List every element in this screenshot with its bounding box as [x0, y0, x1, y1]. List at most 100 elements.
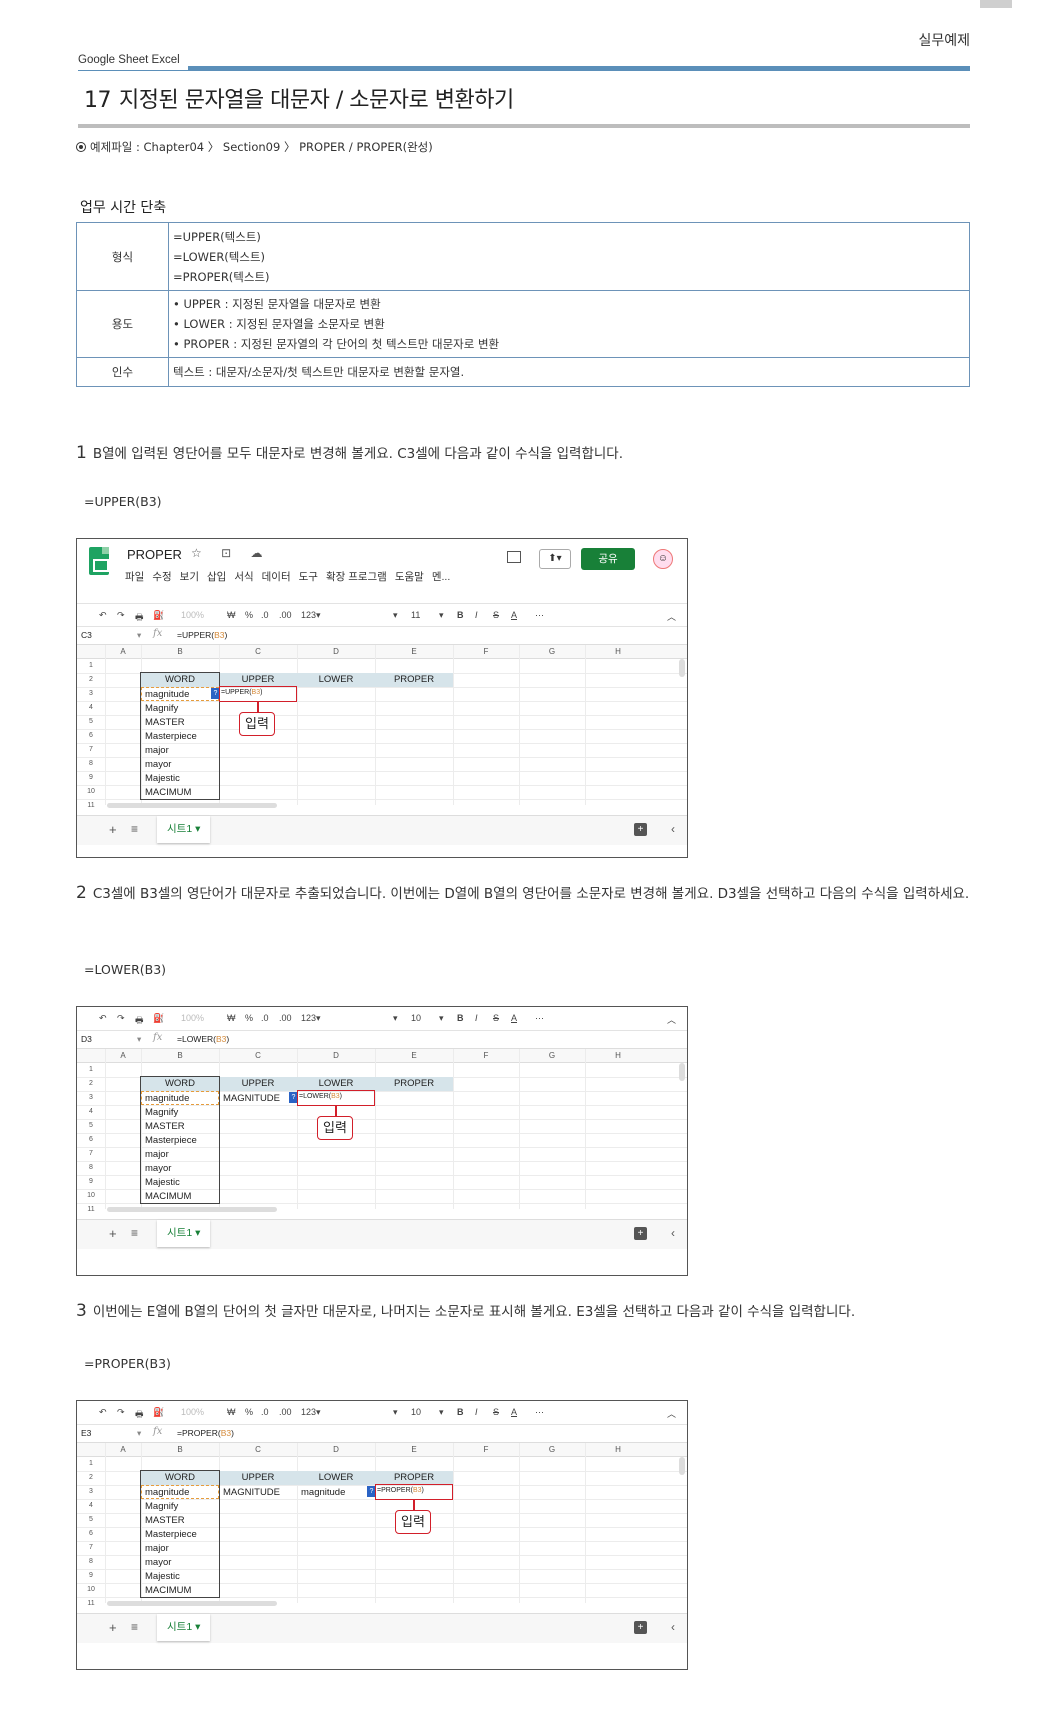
name-box-chevron[interactable]: ▾ — [137, 1428, 141, 1439]
italic-button[interactable]: I — [475, 1407, 478, 1417]
header-cell-upper[interactable]: UPPER — [219, 673, 297, 687]
menu-data[interactable]: 데이터 — [262, 569, 291, 584]
column-header[interactable]: F — [453, 1051, 519, 1060]
name-box-chevron[interactable]: ▾ — [137, 630, 141, 641]
row-header[interactable]: 9 — [77, 774, 105, 781]
column-header[interactable]: H — [585, 1445, 651, 1454]
avatar[interactable]: ☺ — [653, 549, 673, 569]
row-header[interactable]: 5 — [77, 1516, 105, 1523]
print-icon[interactable]: 🖶 — [135, 1407, 144, 1423]
column-header[interactable]: C — [219, 1445, 297, 1454]
redo-icon[interactable]: ↷ — [117, 610, 125, 621]
row-header[interactable]: 5 — [77, 1122, 105, 1129]
formula-input[interactable]: =PROPER(B3) — [177, 1428, 234, 1438]
doc-title[interactable]: PROPER — [127, 547, 182, 562]
menu-extensions[interactable]: 확장 프로그램 — [326, 569, 387, 584]
bold-button[interactable]: B — [457, 610, 464, 620]
all-sheets-icon[interactable]: ≡ — [131, 822, 138, 836]
editing-formula[interactable]: =PROPER(B3) — [377, 1487, 424, 1494]
number-format-select[interactable]: 123▾ — [301, 1407, 321, 1418]
row-header[interactable]: 1 — [77, 1066, 105, 1073]
row-header[interactable]: 6 — [77, 1530, 105, 1537]
menu-help[interactable]: 도움말 — [395, 569, 424, 584]
row-header[interactable]: 10 — [77, 788, 105, 795]
sheet-tab[interactable]: 시트1 ▾ — [157, 816, 211, 843]
star-folder-cloud-icons[interactable]: ☆ ⊡ ☁ — [191, 546, 270, 560]
row-header[interactable]: 7 — [77, 1544, 105, 1551]
explore-icon[interactable]: + — [634, 1227, 647, 1240]
print-icon[interactable]: 🖶 — [135, 1013, 144, 1029]
header-cell-proper[interactable]: PROPER — [375, 1077, 453, 1091]
column-header[interactable]: E — [375, 1445, 453, 1454]
row-header[interactable]: 9 — [77, 1178, 105, 1185]
row-header[interactable]: 2 — [77, 676, 105, 683]
header-cell-upper[interactable]: UPPER — [219, 1471, 297, 1485]
row-header[interactable]: 4 — [77, 1502, 105, 1509]
editing-formula[interactable]: =UPPER(B3) — [221, 689, 262, 696]
cell-grid[interactable]: A B C D E F G H 1 2 3 4 5 6 7 8 9 10 11 — [77, 1443, 687, 1613]
name-box[interactable]: E3 — [81, 1428, 91, 1438]
font-size-select[interactable]: 10 — [411, 1407, 421, 1417]
font-select-chevron[interactable]: ▾ — [393, 1407, 398, 1418]
column-header[interactable]: H — [585, 647, 651, 656]
font-select-chevron[interactable]: ▾ — [393, 610, 398, 621]
undo-icon[interactable]: ↶ — [99, 610, 107, 621]
add-sheet-button[interactable]: + — [109, 1226, 117, 1241]
name-box[interactable]: D3 — [81, 1034, 92, 1044]
row-header[interactable]: 11 — [77, 1206, 105, 1213]
formula-input[interactable]: =UPPER(B3) — [177, 630, 227, 640]
column-header[interactable]: H — [585, 1051, 651, 1060]
lower-result-cell[interactable]: magnitude — [301, 1487, 345, 1498]
sheet-tab[interactable]: 시트1 ▾ — [157, 1614, 211, 1641]
header-cell-upper[interactable]: UPPER — [219, 1077, 297, 1091]
menu-format[interactable]: 서식 — [234, 569, 253, 584]
vertical-scrollbar[interactable] — [679, 1063, 685, 1081]
font-select-chevron[interactable]: ▾ — [393, 1013, 398, 1024]
strikethrough-button[interactable]: S — [493, 610, 499, 620]
column-header[interactable]: A — [105, 647, 141, 656]
row-header[interactable]: 6 — [77, 732, 105, 739]
currency-button[interactable]: ₩ — [227, 1013, 236, 1023]
italic-button[interactable]: I — [475, 1013, 478, 1023]
more-icon[interactable]: ⋯ — [535, 1013, 544, 1024]
menu-view[interactable]: 보기 — [180, 569, 199, 584]
text-color-button[interactable]: A — [511, 610, 517, 620]
column-header[interactable]: C — [219, 647, 297, 656]
column-header[interactable]: B — [141, 1445, 219, 1454]
row-header[interactable]: 10 — [77, 1586, 105, 1593]
collapse-icon[interactable]: ︿ — [667, 610, 676, 623]
collapse-icon[interactable]: ︿ — [667, 1013, 676, 1026]
number-format-select[interactable]: 123▾ — [301, 610, 321, 621]
percent-button[interactable]: % — [245, 1013, 253, 1023]
font-size-chevron[interactable]: ▾ — [439, 1407, 444, 1418]
increase-decimal-button[interactable]: .00 — [279, 1013, 292, 1023]
header-cell-lower[interactable]: LOWER — [297, 1471, 375, 1485]
column-header[interactable]: E — [375, 647, 453, 656]
all-sheets-icon[interactable]: ≡ — [131, 1226, 138, 1240]
column-header[interactable]: G — [519, 647, 585, 656]
collapse-icon[interactable]: ︿ — [667, 1407, 676, 1420]
paint-format-icon[interactable]: ⛽ — [153, 610, 164, 621]
row-header[interactable]: 1 — [77, 1460, 105, 1467]
explore-icon[interactable]: + — [634, 823, 647, 836]
text-color-button[interactable]: A — [511, 1013, 517, 1023]
present-button[interactable]: ⬆▾ — [539, 549, 571, 569]
menu-insert[interactable]: 삽입 — [207, 569, 226, 584]
row-header[interactable]: 4 — [77, 704, 105, 711]
column-header[interactable]: D — [297, 1051, 375, 1060]
menu-edit[interactable]: 수정 — [152, 569, 171, 584]
column-header[interactable]: A — [105, 1051, 141, 1060]
column-header[interactable]: B — [141, 647, 219, 656]
all-sheets-icon[interactable]: ≡ — [131, 1620, 138, 1634]
column-header[interactable]: F — [453, 1445, 519, 1454]
strikethrough-button[interactable]: S — [493, 1407, 499, 1417]
column-header[interactable]: C — [219, 1051, 297, 1060]
column-header[interactable]: A — [105, 1445, 141, 1454]
undo-icon[interactable]: ↶ — [99, 1407, 107, 1418]
row-header[interactable]: 2 — [77, 1080, 105, 1087]
column-header[interactable]: G — [519, 1445, 585, 1454]
more-icon[interactable]: ⋯ — [535, 610, 544, 621]
row-header[interactable]: 3 — [77, 1488, 105, 1495]
header-cell-lower[interactable]: LOWER — [297, 1077, 375, 1091]
upper-result-cell[interactable]: MAGNITUDE — [223, 1093, 280, 1104]
